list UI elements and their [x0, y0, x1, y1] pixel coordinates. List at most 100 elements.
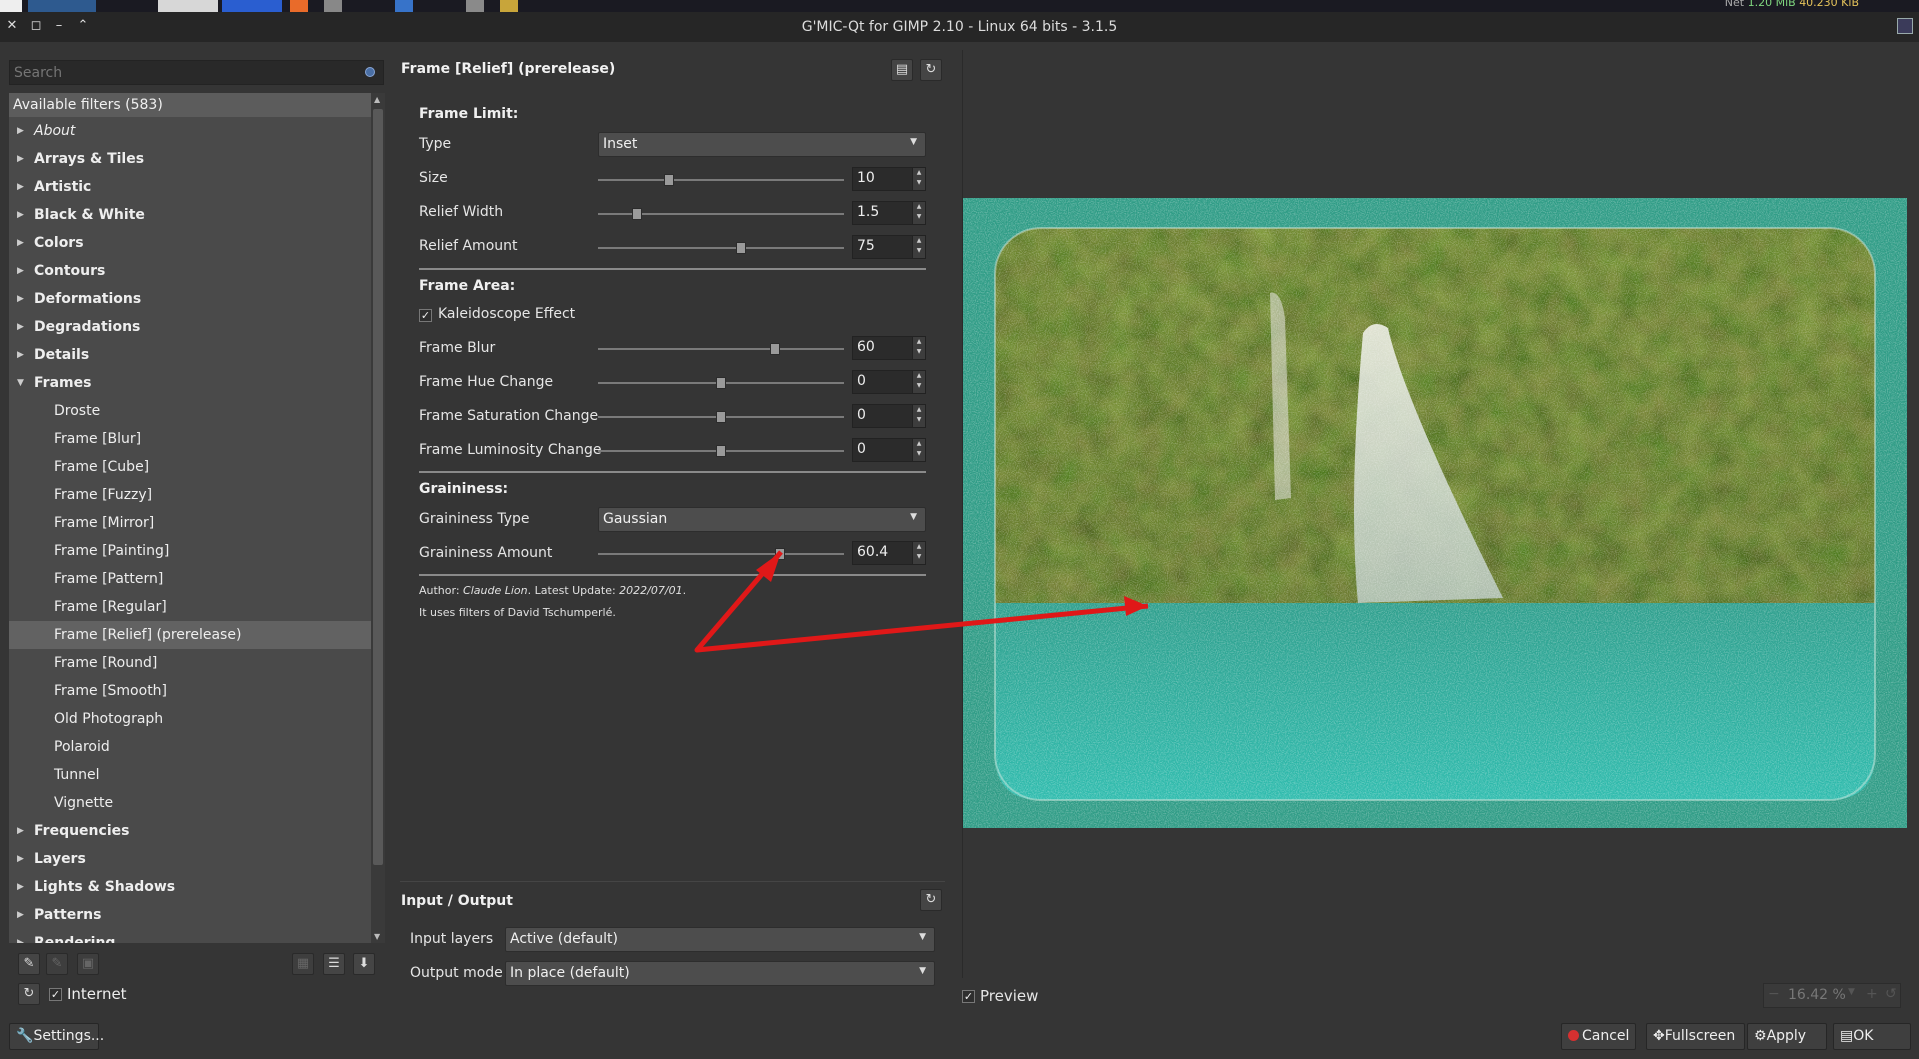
relief-amount-slider-handle[interactable]	[735, 242, 746, 254]
internet-checkbox[interactable]: ✓	[49, 988, 62, 1001]
input-layers-select[interactable]: Active (default) ▼	[505, 927, 935, 952]
filter-item[interactable]: Frame [Cube]	[9, 453, 371, 481]
collapsed-arrow-icon[interactable]: ▶	[17, 257, 24, 285]
settings-button[interactable]: 🔧Settings...	[9, 1023, 104, 1050]
refresh-sources-icon[interactable]: ↻	[18, 983, 40, 1005]
frame-blur-slider-handle[interactable]	[770, 343, 781, 355]
remove-favorite-icon[interactable]: ✎	[46, 953, 68, 975]
rename-favorite-icon[interactable]: ▣	[77, 953, 99, 975]
filter-category[interactable]: ▶ Details	[9, 341, 371, 369]
collapsed-arrow-icon[interactable]: ▶	[17, 229, 24, 257]
type-select[interactable]: Inset ▼	[598, 132, 926, 157]
size-slider-handle[interactable]	[664, 174, 675, 186]
collapsed-arrow-icon[interactable]: ▶	[17, 173, 24, 201]
frame-saturation-slider-handle[interactable]	[716, 411, 726, 423]
collapsed-arrow-icon[interactable]: ▶	[17, 929, 24, 943]
collapsed-arrow-icon[interactable]: ▶	[17, 313, 24, 341]
collapsed-arrow-icon[interactable]: ▶	[17, 873, 24, 901]
filter-category[interactable]: ▶ Artistic	[9, 173, 371, 201]
reset-io-icon[interactable]: ↻	[920, 889, 942, 911]
fullscreen-button[interactable]: ✥Fullscreen	[1646, 1023, 1745, 1050]
ok-button[interactable]: ▤OK	[1833, 1023, 1911, 1050]
spin-arrows-icon[interactable]: ▲ ▼	[912, 337, 925, 359]
filter-category[interactable]: ▶ Arrays & Tiles	[9, 145, 371, 173]
color-palette-icon[interactable]: ▦	[292, 953, 314, 975]
relief-amount-slider-track[interactable]	[598, 247, 844, 249]
collapsed-arrow-icon[interactable]: ▶	[17, 145, 24, 173]
zoom-in-icon[interactable]: +	[1866, 986, 1878, 1002]
filter-category[interactable]: ▶ Frequencies	[9, 817, 371, 845]
frame-hue-spinbox[interactable]: 0 ▲ ▼	[852, 370, 926, 394]
filter-category[interactable]: ▶ Degradations	[9, 313, 371, 341]
filter-category[interactable]: ▶ Layers	[9, 845, 371, 873]
frame-luminosity-slider-handle[interactable]	[716, 445, 726, 457]
zoom-reset-icon[interactable]: ↺	[1885, 986, 1897, 1002]
kaleidoscope-checkbox[interactable]: ✓	[419, 309, 432, 322]
graininess-amount-spinbox[interactable]: 60.4 ▲ ▼	[852, 541, 926, 565]
graininess-amount-slider-handle[interactable]	[775, 548, 786, 560]
filter-item[interactable]: Frame [Pattern]	[9, 565, 371, 593]
filter-category[interactable]: ▶ Colors	[9, 229, 371, 257]
graininess-type-select[interactable]: Gaussian ▼	[598, 507, 926, 532]
collapsed-arrow-icon[interactable]: ▶	[17, 341, 24, 369]
app-menu-icon[interactable]	[0, 0, 22, 12]
filter-item[interactable]: Tunnel	[9, 761, 371, 789]
filter-item[interactable]: Frame [Round]	[9, 649, 371, 677]
taskbar-app-icon[interactable]	[290, 0, 308, 12]
frame-blur-slider-track[interactable]	[598, 348, 844, 350]
filter-item[interactable]: Polaroid	[9, 733, 371, 761]
search-input[interactable]	[9, 60, 384, 85]
scrollbar-thumb[interactable]	[373, 109, 383, 865]
taskbar-gimp-icon[interactable]	[222, 0, 282, 12]
filter-category[interactable]: ▶ About	[9, 117, 371, 145]
filter-item[interactable]: Frame [Blur]	[9, 425, 371, 453]
spin-arrows-icon[interactable]: ▲ ▼	[912, 439, 925, 461]
filter-item[interactable]: Frame [Painting]	[9, 537, 371, 565]
filter-item[interactable]: Frame [Mirror]	[9, 509, 371, 537]
filter-category[interactable]: ▶ Rendering	[9, 929, 371, 943]
filter-item[interactable]: Frame [Relief] (prerelease)	[9, 621, 371, 649]
copy-to-clipboard-icon[interactable]: ▤	[891, 59, 913, 81]
filter-category[interactable]: ▶ Patterns	[9, 901, 371, 929]
relief-width-spinbox[interactable]: 1.5 ▲ ▼	[852, 201, 926, 225]
filter-category[interactable]: ▶ Contours	[9, 257, 371, 285]
cancel-button[interactable]: Cancel	[1561, 1023, 1636, 1050]
filter-category[interactable]: ▼ Frames	[9, 369, 371, 397]
collapsed-arrow-icon[interactable]: ▶	[17, 117, 24, 145]
frame-saturation-spinbox[interactable]: 0 ▲ ▼	[852, 404, 926, 428]
filter-category[interactable]: ▶ Deformations	[9, 285, 371, 313]
pin-icon[interactable]	[1897, 18, 1913, 34]
taskbar-app-icon[interactable]	[28, 0, 96, 12]
collapsed-arrow-icon[interactable]: ▶	[17, 845, 24, 873]
zoom-out-icon[interactable]: −	[1768, 986, 1780, 1002]
filter-item[interactable]: Droste	[9, 397, 371, 425]
zoom-value[interactable]: 16.42 %	[1788, 987, 1846, 1003]
output-mode-select[interactable]: In place (default) ▼	[505, 961, 935, 986]
relief-width-slider-handle[interactable]	[632, 208, 643, 220]
filter-item[interactable]: Frame [Fuzzy]	[9, 481, 371, 509]
frame-luminosity-spinbox[interactable]: 0 ▲ ▼	[852, 438, 926, 462]
taskbar-app-icon[interactable]	[466, 0, 484, 12]
collapsed-arrow-icon[interactable]: ▶	[17, 901, 24, 929]
spin-arrows-icon[interactable]: ▲ ▼	[912, 236, 925, 258]
spin-arrows-icon[interactable]: ▲ ▼	[912, 542, 925, 564]
apply-button[interactable]: ⚙Apply	[1747, 1023, 1827, 1050]
preview-checkbox[interactable]: ✓	[962, 990, 975, 1003]
size-slider-track[interactable]	[598, 179, 844, 181]
spin-arrows-icon[interactable]: ▲ ▼	[912, 405, 925, 427]
preview-image[interactable]	[963, 198, 1907, 828]
reset-parameters-icon[interactable]: ↻	[920, 59, 942, 81]
filter-category[interactable]: ▶ Lights & Shadows	[9, 873, 371, 901]
collapsed-arrow-icon[interactable]: ▶	[17, 201, 24, 229]
taskbar-app-icon[interactable]	[324, 0, 342, 12]
splitter-handle[interactable]	[400, 881, 945, 882]
list-view-icon[interactable]: ☰	[323, 953, 345, 975]
scroll-up-icon[interactable]: ▲	[374, 95, 380, 104]
filter-tree-scrollbar[interactable]: ▲ ▼	[371, 93, 385, 943]
search-icon[interactable]	[364, 66, 377, 79]
filter-item[interactable]: Frame [Regular]	[9, 593, 371, 621]
scroll-down-icon[interactable]: ▼	[374, 932, 380, 941]
spin-arrows-icon[interactable]: ▲ ▼	[912, 168, 925, 190]
frame-hue-slider-handle[interactable]	[716, 377, 726, 389]
filter-item[interactable]: Frame [Smooth]	[9, 677, 371, 705]
